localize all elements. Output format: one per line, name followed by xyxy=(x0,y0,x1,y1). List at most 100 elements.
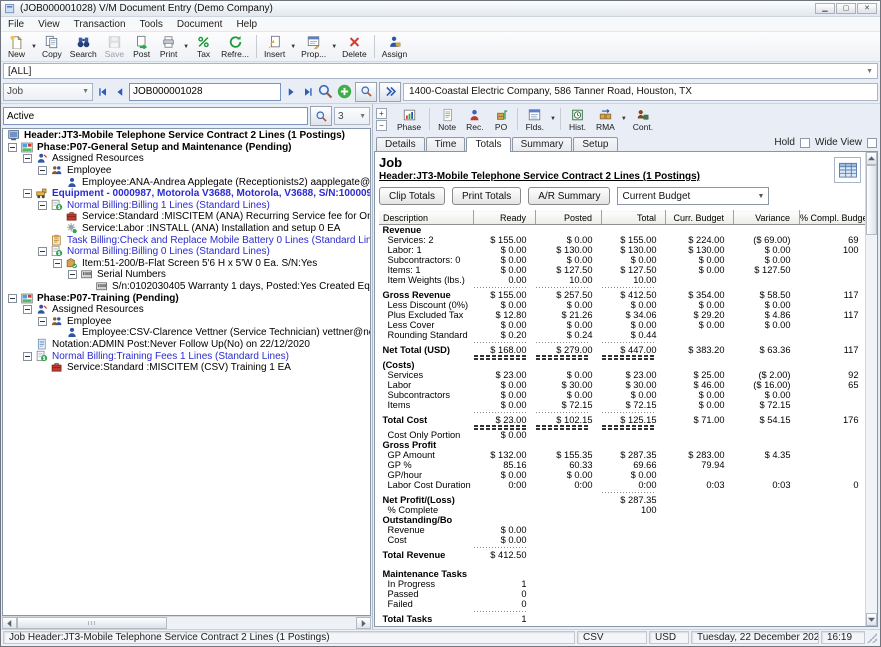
tree-expander[interactable] xyxy=(36,317,49,326)
clip-totals-button[interactable]: Clip Totals xyxy=(379,187,445,205)
menu-view[interactable]: View xyxy=(31,17,67,31)
tab-time[interactable]: Time xyxy=(426,137,466,151)
detail-button-rma[interactable]: RMA xyxy=(591,107,620,132)
tree-item[interactable]: Employee xyxy=(4,316,370,328)
content-vertical-scrollbar[interactable] xyxy=(865,152,877,626)
window-maximize-button[interactable]: ▢ xyxy=(836,3,856,14)
chevron-down-icon[interactable]: ▼ xyxy=(182,44,190,50)
expand-header-button[interactable] xyxy=(379,82,401,102)
filter-dropdown[interactable]: [ALL] ▼ xyxy=(3,63,878,79)
page-size-dropdown[interactable]: 3 ▼ xyxy=(334,107,370,125)
tree-item[interactable]: Employee:CSV-Clarence Vettner (Service T… xyxy=(4,327,370,339)
tree-item[interactable]: Notation:ADMIN Post:Never Follow Up(No) … xyxy=(4,339,370,351)
menu-transaction[interactable]: Transaction xyxy=(67,17,133,31)
tab-setup[interactable]: Setup xyxy=(573,137,617,151)
last-record-button[interactable] xyxy=(300,84,315,100)
menu-file[interactable]: File xyxy=(1,17,31,31)
budget-dropdown[interactable]: Current Budget ▼ xyxy=(617,187,769,205)
column-header-currbudget[interactable]: Curr. Budget xyxy=(666,211,734,225)
tree-item[interactable]: Normal Billing:Billing 0 Lines (Standard… xyxy=(4,246,370,258)
first-record-button[interactable] xyxy=(95,84,110,100)
detail-button-po[interactable]: PO xyxy=(489,107,514,132)
tree-item[interactable]: Task Billing:Check and Replace Mobile Ba… xyxy=(4,234,370,246)
tree-item[interactable]: Serial Numbers xyxy=(4,269,370,281)
tree-item[interactable]: Employee:ANA-Andrea Applegate (Reception… xyxy=(4,176,370,188)
column-header-posted[interactable]: Posted xyxy=(536,211,602,225)
print-totals-button[interactable]: Print Totals xyxy=(452,187,521,205)
collapse-all-button[interactable]: − xyxy=(376,120,387,131)
tab-totals[interactable]: Totals xyxy=(466,137,510,152)
scrollbar-thumb[interactable] xyxy=(17,617,167,629)
job-header-link[interactable]: Header:JT3-Mobile Telephone Service Cont… xyxy=(379,171,865,182)
tree-item[interactable]: S/n:0102030405 Warranty 1 days, Posted:Y… xyxy=(4,281,370,293)
chevron-down-icon[interactable]: ▼ xyxy=(549,116,557,122)
column-header-total[interactable]: Total xyxy=(602,211,666,225)
column-header-ready[interactable]: Ready xyxy=(474,211,536,225)
tree-expander[interactable] xyxy=(6,143,19,152)
tree-filter-input[interactable] xyxy=(3,107,308,125)
next-record-button[interactable] xyxy=(283,84,298,100)
toolbar-button-post[interactable]: Post xyxy=(128,32,155,61)
detail-button-cont[interactable]: Cont. xyxy=(628,107,658,132)
detail-button-note[interactable]: Note xyxy=(433,107,461,132)
tree-item[interactable]: Assigned Resources xyxy=(4,304,370,316)
tree-expander[interactable] xyxy=(36,166,49,175)
menu-document[interactable]: Document xyxy=(170,17,230,31)
tree-item[interactable]: Employee xyxy=(4,165,370,177)
tree-item[interactable]: Phase:P07-Training (Pending) xyxy=(4,292,370,304)
tree-item[interactable]: Service:Standard :MISCITEM (CSV) Trainin… xyxy=(4,362,370,374)
chevron-down-icon[interactable]: ▼ xyxy=(620,116,628,122)
tree-horizontal-scrollbar[interactable] xyxy=(1,616,372,629)
tree-item[interactable]: Equipment - 0000987, Motorola V3688, Mot… xyxy=(4,188,370,200)
scroll-up-arrow[interactable] xyxy=(866,152,877,165)
expand-all-button[interactable]: + xyxy=(376,108,387,119)
chevron-down-icon[interactable]: ▼ xyxy=(30,44,38,50)
tree-expander[interactable] xyxy=(21,305,34,314)
tree-item[interactable]: Item:51-200/B-Flat Screen 5'6 H x 5'W 0 … xyxy=(4,258,370,270)
tab-details[interactable]: Details xyxy=(376,137,425,151)
tree-item[interactable]: Phase:P07-General Setup and Maintenance … xyxy=(4,142,370,154)
toolbar-button-refre[interactable]: Refre... xyxy=(217,32,253,61)
tree-expander[interactable] xyxy=(51,259,64,268)
tab-summary[interactable]: Summary xyxy=(512,137,573,151)
tree-item[interactable]: Assigned Resources xyxy=(4,153,370,165)
tree-item[interactable]: Header:JT3-Mobile Telephone Service Cont… xyxy=(4,130,370,142)
scroll-right-arrow[interactable] xyxy=(356,617,371,629)
document-number-input[interactable] xyxy=(129,83,281,101)
grid-view-button[interactable] xyxy=(834,157,861,183)
toolbar-button-tax[interactable]: Tax xyxy=(190,32,217,61)
toolbar-button-insert[interactable]: Insert xyxy=(260,32,289,61)
chevron-down-icon[interactable]: ▼ xyxy=(330,44,338,50)
tree-expander[interactable] xyxy=(21,352,34,361)
tree-item[interactable]: Service:Labor :INSTALL (ANA) Installatio… xyxy=(4,223,370,235)
tree-expander[interactable] xyxy=(36,201,49,210)
ar-summary-button[interactable]: A/R Summary xyxy=(528,187,610,205)
chevron-down-icon[interactable]: ▼ xyxy=(289,44,297,50)
menu-tools[interactable]: Tools xyxy=(133,17,170,31)
add-record-icon[interactable] xyxy=(336,83,353,100)
detail-button-phase[interactable]: Phase xyxy=(392,107,426,132)
menu-help[interactable]: Help xyxy=(229,17,264,31)
tree-expander[interactable] xyxy=(21,154,34,163)
toolbar-button-delete[interactable]: Delete xyxy=(338,32,371,61)
previous-record-button[interactable] xyxy=(112,84,127,100)
tree-expander[interactable] xyxy=(6,294,19,303)
detail-button-rec[interactable]: Rec. xyxy=(461,107,488,132)
tree-item[interactable]: Service:Standard :MISCITEM (ANA) Recurri… xyxy=(4,211,370,223)
resize-grip[interactable] xyxy=(867,633,877,643)
tree-item[interactable]: Normal Billing:Billing 1 Lines (Standard… xyxy=(4,200,370,212)
scroll-left-arrow[interactable] xyxy=(2,617,17,629)
toolbar-button-copy[interactable]: Copy xyxy=(38,32,66,61)
column-header-description[interactable]: Description xyxy=(380,211,474,225)
toolbar-button-search[interactable]: Search xyxy=(66,32,101,61)
scrollbar-thumb[interactable] xyxy=(866,165,877,235)
toolbar-button-prop[interactable]: Prop... xyxy=(297,32,330,61)
doc-type-dropdown[interactable]: Job ▼ xyxy=(3,83,93,101)
window-minimize-button[interactable]: ▁ xyxy=(815,3,835,14)
column-header-complbudget[interactable]: % Compl. Budget xyxy=(800,211,866,225)
column-header-variance[interactable]: Variance xyxy=(734,211,800,225)
toolbar-button-assign[interactable]: Assign xyxy=(378,32,412,61)
tree-item[interactable]: Normal Billing:Training Fees 1 Lines (St… xyxy=(4,350,370,362)
detail-button-hist[interactable]: Hist. xyxy=(564,107,591,132)
tree-expander[interactable] xyxy=(36,247,49,256)
